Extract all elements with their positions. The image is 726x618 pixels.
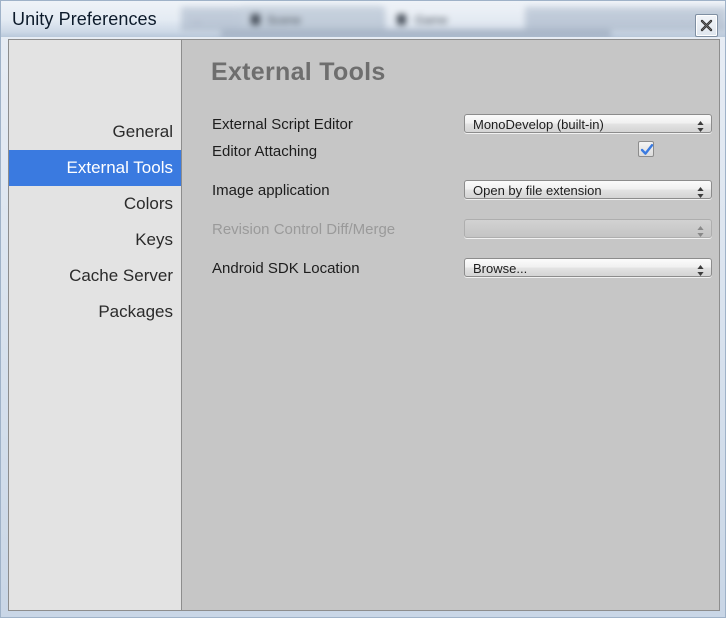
sidebar-item-colors[interactable]: Colors [9, 186, 181, 222]
blurred-misc-text: ... [193, 15, 202, 26]
label-editor-attaching: Editor Attaching [212, 143, 318, 160]
preferences-body: General External Tools Colors Keys Cache… [8, 39, 720, 611]
blurred-tab-game-icon [397, 14, 406, 25]
blurred-tab-scene: Scene [241, 6, 381, 29]
close-icon[interactable] [695, 14, 718, 37]
label-revision-control-diff-merge: Revision Control Diff/Merge [212, 221, 396, 238]
unity-preferences-window: ... Scene Game Unity Preferences General… [0, 0, 726, 618]
chevron-updown-icon [697, 224, 704, 237]
chevron-updown-icon [697, 263, 704, 276]
editor-attaching-checkbox[interactable] [638, 141, 654, 157]
chevron-updown-icon [697, 185, 704, 198]
sidebar-item-external-tools[interactable]: External Tools [9, 150, 181, 186]
chevron-updown-icon [697, 119, 704, 132]
window-titlebar[interactable]: ... Scene Game Unity Preferences [1, 1, 725, 37]
blurred-tab-game-label: Game [415, 13, 448, 27]
window-title: Unity Preferences [12, 9, 157, 29]
label-android-sdk-location: Android SDK Location [212, 260, 360, 277]
blurred-tab-game: Game [385, 6, 525, 29]
external-script-editor-value: MonoDevelop (built-in) [473, 117, 604, 132]
preferences-sidebar: General External Tools Colors Keys Cache… [9, 40, 182, 610]
sidebar-item-general[interactable]: General [9, 114, 181, 150]
sidebar-item-keys[interactable]: Keys [9, 222, 181, 258]
preferences-content: External Tools External Script Editor Mo… [182, 40, 719, 610]
android-sdk-location-value: Browse... [473, 261, 528, 276]
label-external-script-editor: External Script Editor [212, 116, 353, 133]
sidebar-item-cache-server[interactable]: Cache Server [9, 258, 181, 294]
blurred-tab-scene-label: Scene [267, 13, 302, 27]
revision-control-diff-merge-dropdown [464, 219, 712, 238]
android-sdk-location-dropdown[interactable]: Browse... [464, 258, 712, 277]
blurred-editor-tabstrip: ... Scene Game [181, 1, 725, 37]
blurred-toolbar-row [221, 30, 611, 37]
image-application-value: Open by file extension [473, 183, 602, 198]
external-script-editor-dropdown[interactable]: MonoDevelop (built-in) [464, 114, 712, 133]
image-application-dropdown[interactable]: Open by file extension [464, 180, 712, 199]
sidebar-item-packages[interactable]: Packages [9, 294, 181, 330]
page-title: External Tools [211, 58, 386, 86]
blurred-tab-scene-icon [251, 14, 260, 25]
label-image-application: Image application [212, 182, 330, 199]
